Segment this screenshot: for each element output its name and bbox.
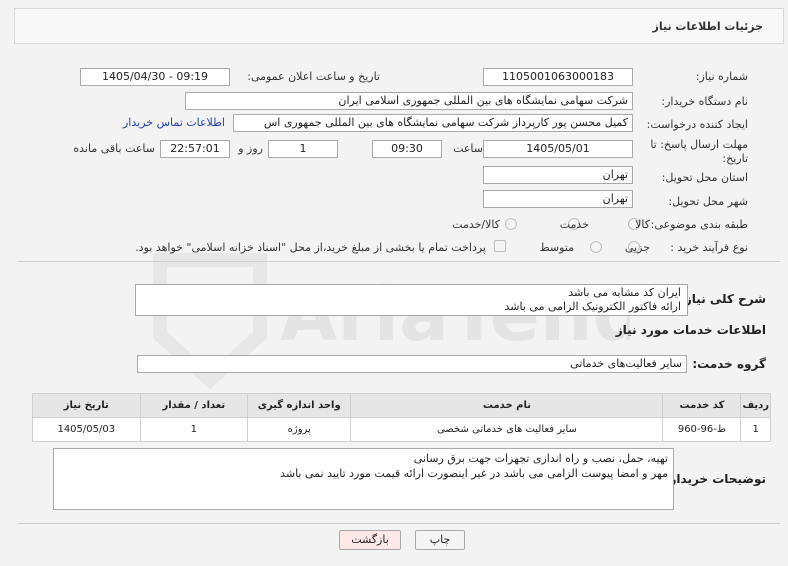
cell-row-number: 1	[740, 417, 771, 442]
treasury-payment-checkbox[interactable]	[494, 240, 506, 252]
category-label: طبقه بندی موضوعی:	[650, 218, 748, 231]
category-service-label: خدمت	[559, 218, 589, 231]
remaining-time-field: 22:57:01	[160, 140, 230, 158]
treasury-payment-note: پرداخت تمام یا بخشی از مبلغ خرید،از محل …	[135, 241, 486, 254]
buyer-notes-textarea: تهیه، حمل، نصب و راه اندازی تجهزات جهت ب…	[53, 448, 674, 510]
requester-field: کمیل محسن پور کارپرداز شرکت سهامی نمایشگ…	[233, 114, 633, 132]
cell-quantity: 1	[139, 417, 249, 442]
print-button[interactable]: چاپ	[415, 530, 465, 550]
page-title: جزئیات اطلاعات نیاز	[652, 20, 764, 33]
deadline-date-field: 1405/05/01	[483, 140, 633, 158]
category-both-label: کالا/خدمت	[452, 218, 500, 231]
need-summary-line: ارائه فاکتور الکترونیک الزامی می باشد	[504, 300, 682, 313]
province-label: استان محل تحویل:	[661, 171, 748, 184]
need-summary-line: ایران کد مشابه می باشد	[568, 286, 681, 299]
col-header-quantity: تعداد / مقدار	[139, 393, 249, 418]
service-group-label: گروه خدمت:	[692, 357, 766, 371]
buyer-notes-line: تهیه، حمل، نصب و راه اندازی تجهزات جهت ب…	[413, 452, 668, 465]
service-group-field: سایر فعالیت‌های خدماتی	[137, 355, 687, 373]
deadline-label: مهلت ارسال پاسخ: تا	[650, 138, 748, 151]
process-medium-radio[interactable]	[590, 241, 602, 253]
col-header-service-code: کد خدمت	[662, 393, 742, 418]
process-minor-label: جزیی	[624, 241, 650, 254]
buyer-org-label: نام دستگاه خریدار:	[661, 95, 748, 108]
buyer-contact-link[interactable]: اطلاعات تماس خریدار	[123, 116, 225, 129]
announce-date-label: تاریخ و ساعت اعلان عمومی:	[247, 70, 380, 83]
table-row: 1 ط-96-960 سایر فعالیت های خدماتی شخصی پ…	[32, 417, 771, 442]
cell-need-date: 1405/05/03	[32, 417, 141, 442]
need-number-field: 1105001063000183	[483, 68, 633, 86]
need-summary-label: شرح کلی نیاز:	[680, 292, 766, 306]
announce-date-field: 1405/04/30 - 09:19	[80, 68, 230, 86]
cell-unit: پروژه	[247, 417, 352, 442]
remaining-time-label: ساعت باقی مانده	[73, 142, 155, 155]
back-button[interactable]: بازگشت	[339, 530, 401, 550]
buyer-notes-line: مهر و امضا پیوست الزامی می باشد در غیر ا…	[280, 467, 668, 480]
process-type-label: نوع فرآیند خرید :	[670, 241, 748, 254]
services-section-title: اطلاعات خدمات مورد نیاز	[615, 323, 766, 337]
city-label: شهر محل تحویل:	[668, 195, 748, 208]
category-goods-label: کالا	[635, 218, 650, 231]
buyer-org-field: شرکت سهامی نمایشگاه های بین المللی جمهور…	[185, 92, 633, 110]
col-header-need-date: تاریخ نیاز	[32, 393, 141, 418]
col-header-service-name: نام خدمت	[350, 393, 664, 418]
col-header-unit: واحد اندازه گیری	[247, 393, 352, 418]
requester-label: ایجاد کننده درخواست:	[646, 118, 748, 131]
page-header: جزئیات اطلاعات نیاز	[14, 8, 784, 44]
city-field: تهران	[483, 190, 633, 208]
services-table: ردیف کد خدمت نام خدمت واحد اندازه گیری ت…	[32, 393, 771, 442]
buyer-notes-label: توضیحات خریدار:	[664, 472, 766, 486]
table-header-row: ردیف کد خدمت نام خدمت واحد اندازه گیری ت…	[32, 393, 771, 418]
days-label: روز و	[238, 142, 263, 155]
category-both-radio[interactable]	[505, 218, 517, 230]
need-summary-textarea: ایران کد مشابه می باشد ارائه فاکتور الکت…	[135, 284, 688, 316]
deadline-time-label: ساعت	[453, 142, 483, 155]
divider	[18, 261, 780, 262]
remaining-days-field: 1	[268, 140, 338, 158]
province-field: تهران	[483, 166, 633, 184]
divider	[18, 523, 780, 524]
process-medium-label: متوسط	[539, 241, 574, 254]
need-number-label: شماره نیاز:	[695, 70, 748, 83]
cell-service-name: سایر فعالیت های خدماتی شخصی	[350, 417, 664, 442]
col-header-row-number: ردیف	[740, 393, 771, 418]
deadline-label-date: تاریخ:	[722, 152, 748, 165]
deadline-time-field: 09:30	[372, 140, 442, 158]
cell-service-code: ط-96-960	[662, 417, 742, 442]
